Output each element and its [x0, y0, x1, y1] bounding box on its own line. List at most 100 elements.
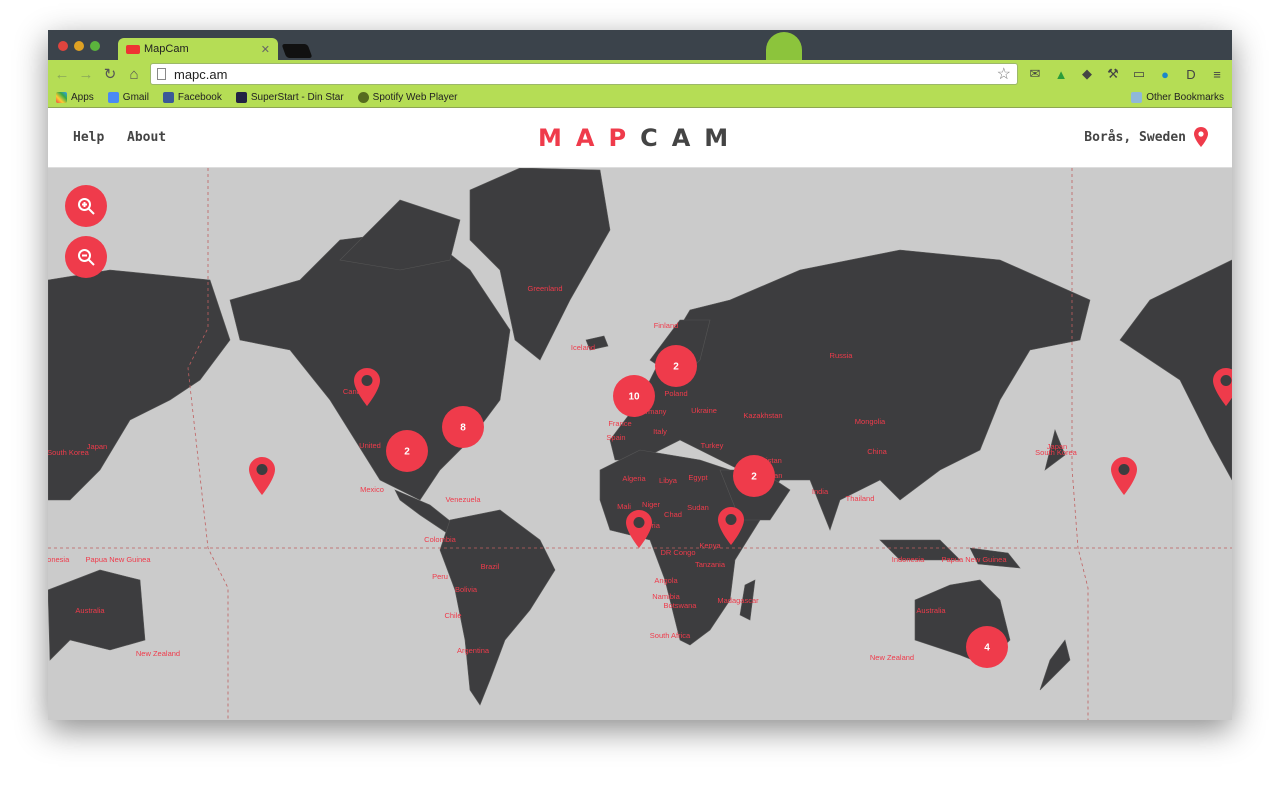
bookmark-label: Spotify Web Player [372, 92, 458, 103]
site-header: Help About MAPCAM Borås, Sweden [48, 108, 1232, 168]
bookmark-apps[interactable]: Apps [56, 92, 94, 103]
facebook-icon [162, 92, 174, 103]
close-window-button[interactable] [58, 41, 68, 51]
country-label: Spain [606, 433, 625, 442]
country-label: India [812, 487, 829, 496]
drive-extension-icon[interactable]: ▲ [1052, 66, 1070, 82]
logo-letter: A [575, 124, 609, 152]
cluster-marker[interactable]: 4 [966, 626, 1008, 668]
tab-title: MapCam [144, 43, 189, 55]
country-label: Chile [444, 611, 461, 620]
help-link[interactable]: Help [73, 130, 104, 145]
zoom-out-button[interactable] [65, 236, 107, 278]
bookmark-facebook[interactable]: Facebook [162, 92, 222, 103]
bookmark-superstart[interactable]: SuperStart - Din Star [235, 92, 344, 103]
country-label: Thailand [846, 494, 875, 503]
forward-button[interactable]: → [78, 66, 94, 83]
country-label: Peru [432, 572, 448, 581]
about-link[interactable]: About [127, 130, 166, 145]
cluster-marker[interactable]: 10 [613, 375, 655, 417]
country-label: France [608, 419, 631, 428]
country-label: Argentina [457, 646, 490, 655]
folder-icon [1131, 92, 1143, 103]
cluster-count: 8 [460, 423, 466, 434]
logo-letter: A [671, 124, 705, 152]
cluster-marker[interactable]: 2 [655, 345, 697, 387]
map-pin-icon[interactable] [249, 457, 275, 495]
country-label: New Zealand [870, 653, 914, 662]
page-icon [157, 68, 166, 80]
country-label: Australia [916, 606, 946, 615]
south-america [439, 509, 556, 706]
cluster-count: 2 [673, 362, 679, 373]
map-canvas[interactable]: GreenlandIcelandFinlandRussiaCanada Polan… [48, 167, 1232, 720]
north-america-east [1119, 259, 1232, 481]
north-america [229, 229, 511, 501]
minimize-window-button[interactable] [74, 41, 84, 51]
country-label: Papua New Guinea [941, 555, 1007, 564]
zoom-in-button[interactable] [65, 185, 107, 227]
world-map[interactable]: Greenland Iceland Finland Russia Canada Polan… [48, 167, 1232, 720]
map-pin-icon[interactable] [1111, 457, 1137, 495]
menu-icon[interactable]: ≡ [1208, 66, 1226, 82]
m-extension-icon[interactable]: ● [1156, 66, 1174, 82]
country-label: South Korea [1035, 448, 1078, 457]
tool-extension-icon[interactable]: ⚒ [1104, 66, 1122, 82]
reload-button[interactable]: ↻ [102, 65, 118, 83]
close-tab-icon[interactable]: ✕ [261, 43, 270, 56]
android-icon [766, 32, 802, 60]
bookmark-spotify[interactable]: Spotify Web Player [357, 92, 458, 103]
country-label: Brazil [481, 562, 500, 571]
bookmark-star-icon[interactable]: ☆ [997, 64, 1011, 84]
country-label: Ukraine [691, 406, 717, 415]
cast-icon[interactable]: ▭ [1130, 66, 1148, 82]
other-bookmarks[interactable]: Other Bookmarks [1131, 92, 1224, 103]
new-tab-button[interactable] [281, 44, 313, 58]
date-line-west [187, 168, 229, 720]
back-button[interactable]: ← [54, 66, 70, 83]
cluster-count: 4 [984, 643, 990, 654]
bookmarks-bar: Apps Gmail Facebook SuperStart - Din Sta… [48, 88, 1232, 108]
mapcam-logo[interactable]: MAPCAM [538, 124, 742, 152]
bookmark-gmail[interactable]: Gmail [107, 92, 149, 103]
country-label: Australia [75, 606, 105, 615]
camera-icon [126, 44, 140, 54]
mail-extension-icon[interactable]: ✉ [1026, 66, 1044, 82]
country-label: Kenya [699, 541, 721, 550]
new-zealand [1039, 639, 1071, 691]
arctic-islands [339, 199, 461, 271]
location-pin-icon[interactable] [1194, 127, 1208, 147]
bookmark-label: Facebook [177, 92, 222, 103]
logo-letter: P [608, 124, 641, 152]
map-pin-icon[interactable] [626, 510, 652, 548]
owl-extension-icon[interactable]: ◆ [1078, 66, 1096, 82]
country-label: Algeria [622, 474, 646, 483]
country-label: Angola [654, 576, 678, 585]
current-location: Borås, Sweden [1084, 130, 1186, 145]
address-bar[interactable]: mapc.am ☆ [150, 63, 1018, 85]
logo-letter: M [704, 124, 743, 152]
country-label: Greenland [527, 284, 562, 293]
cluster-count: 2 [751, 472, 757, 483]
superstart-icon [235, 92, 247, 103]
country-label: Libya [659, 476, 678, 485]
country-label: DR Congo [660, 548, 695, 557]
cluster-marker[interactable]: 8 [442, 406, 484, 448]
country-label: Botswana [664, 601, 698, 610]
country-label: Indonesia [48, 555, 70, 564]
country-label: United [359, 441, 381, 450]
country-label: Tanzania [695, 560, 726, 569]
tab-mapcam[interactable]: MapCam ✕ [118, 38, 278, 60]
url-text: mapc.am [174, 66, 228, 82]
browser-window: MapCam ✕ ← → ↻ ⌂ mapc.am ☆ ✉ ▲ ◆ ⚒ ▭ ● D… [48, 30, 1232, 720]
cluster-marker[interactable]: 2 [386, 430, 428, 472]
id-extension-icon[interactable]: D [1182, 66, 1200, 82]
maximize-window-button[interactable] [90, 41, 100, 51]
country-label: Finland [654, 321, 679, 330]
home-button[interactable]: ⌂ [126, 66, 142, 83]
country-label: Egypt [688, 473, 708, 482]
country-label: Turkey [701, 441, 724, 450]
date-line-east [1071, 168, 1089, 720]
bookmark-label: Other Bookmarks [1146, 92, 1224, 103]
cluster-marker[interactable]: 2 [733, 455, 775, 497]
